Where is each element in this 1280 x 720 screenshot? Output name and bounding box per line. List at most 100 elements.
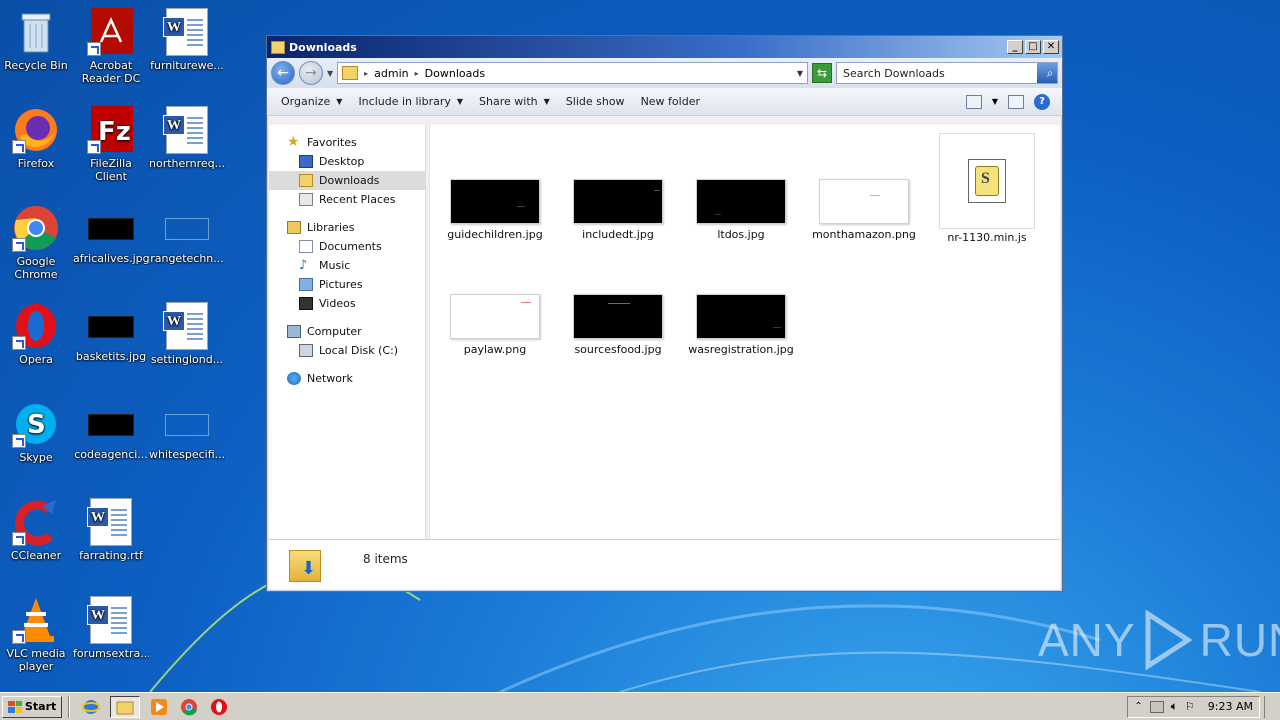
desktop-icon-recycle-bin[interactable]: Recycle Bin	[0, 8, 74, 72]
nav-documents[interactable]: Documents	[269, 237, 425, 256]
desktop-icon-label: rangetechn...	[150, 252, 224, 265]
file-item[interactable]: guidechildren.jpg	[440, 179, 550, 241]
desktop-icon-acrobat[interactable]: Acrobat Reader DC	[73, 8, 149, 85]
desktop-icon-whitespecifi[interactable]: whitespecifi...	[149, 400, 225, 461]
nav-downloads[interactable]: Downloads	[269, 171, 425, 190]
nav-desktop[interactable]: Desktop	[269, 152, 425, 171]
desktop-icon-furniturewe[interactable]: W furniturewe...	[149, 8, 225, 72]
word-document-icon: W	[163, 8, 208, 56]
script-file-icon: S	[968, 159, 1006, 203]
breadcrumb-downloads[interactable]: Downloads	[425, 67, 485, 80]
nav-favorites[interactable]: ★ Favorites	[269, 133, 425, 152]
include-in-library-menu[interactable]: Include in library ▼	[350, 95, 471, 108]
desktop-icon-ccleaner[interactable]: CCleaner	[0, 498, 74, 562]
chevron-down-icon[interactable]: ▼	[992, 97, 998, 106]
nav-label: Local Disk (C:)	[319, 344, 399, 357]
shortcut-arrow-icon	[12, 336, 26, 350]
flag-icon[interactable]: ⚐	[1185, 700, 1195, 713]
file-item[interactable]: wasregistration.jpg	[686, 294, 796, 356]
preview-pane-icon[interactable]	[1008, 94, 1024, 109]
start-button[interactable]: Start	[2, 695, 63, 718]
nav-label: Downloads	[319, 174, 380, 187]
breadcrumb-admin[interactable]: admin	[374, 67, 408, 80]
volume-icon[interactable]: 🔈︎	[1171, 699, 1178, 714]
chevron-down-icon: ▼	[336, 97, 343, 106]
help-icon[interactable]: ?	[1034, 93, 1050, 110]
taskbar-media-player[interactable]	[148, 696, 170, 718]
navigation-pane: ★ Favorites Desktop Downloads Recent Plac…	[269, 125, 426, 539]
desktop-icon-label: whitespecifi...	[149, 448, 225, 461]
file-item[interactable]: monthamazon.png	[809, 179, 919, 241]
desktop-icon-forumsextra[interactable]: W forumsextra...	[73, 596, 149, 660]
minimize-button[interactable]: _	[1007, 40, 1023, 54]
desktop-icon-chrome[interactable]: Google Chrome	[0, 204, 74, 281]
desktop-icon-rangetechn[interactable]: rangetechn...	[149, 204, 225, 265]
desktop-icon-label: Firefox	[17, 157, 55, 170]
file-item[interactable]: S nr-1130.min.js	[932, 133, 1042, 244]
nav-libraries[interactable]: Libraries	[269, 218, 425, 237]
taskbar-chrome[interactable]	[178, 696, 200, 718]
chevron-right-icon[interactable]: ▸	[364, 69, 368, 78]
title-bar[interactable]: Downloads _ □ ✕	[267, 36, 1062, 58]
search-icon[interactable]: ⌕	[1037, 63, 1057, 83]
taskbar-explorer[interactable]	[110, 695, 141, 718]
nav-label: Libraries	[307, 221, 355, 234]
search-input[interactable]: Search Downloads ⌕	[836, 62, 1058, 84]
desktop-icon-label: furniturewe...	[150, 59, 224, 72]
nav-pictures[interactable]: Pictures	[269, 275, 425, 294]
desktop-icon-settinglond[interactable]: W settinglond...	[149, 302, 225, 366]
desktop-icon-codeagenci[interactable]: codeagenci...	[73, 400, 149, 461]
nav-computer[interactable]: Computer	[269, 322, 425, 341]
documents-icon	[299, 240, 313, 253]
nav-music[interactable]: ♪ Music	[269, 256, 425, 275]
change-view-icon[interactable]	[965, 94, 982, 109]
nav-network[interactable]: Network	[269, 369, 425, 388]
action-center-icon[interactable]	[1149, 700, 1164, 713]
file-item[interactable]: paylaw.png	[440, 294, 550, 356]
file-item[interactable]: ltdos.jpg	[686, 179, 796, 241]
desktop-icon-label: Acrobat Reader DC	[81, 59, 141, 85]
recent-pages-dropdown[interactable]: ▼	[327, 69, 333, 78]
window-title: Downloads	[289, 40, 357, 54]
image-thumbnail	[819, 179, 909, 224]
share-with-menu[interactable]: Share with ▼	[471, 95, 558, 108]
show-desktop-button[interactable]	[1264, 695, 1278, 718]
desktop-icon-farrating[interactable]: W farrating.rtf	[73, 498, 149, 562]
refresh-button[interactable]: ⇆	[812, 63, 832, 83]
file-name: includedt.jpg	[582, 228, 654, 241]
address-bar[interactable]: ▸ admin ▸ Downloads ▼	[337, 62, 808, 84]
desktop-icon-northernreq[interactable]: W northernreq...	[149, 106, 225, 170]
chevron-right-icon[interactable]: ▸	[415, 69, 419, 78]
nav-local-disk[interactable]: Local Disk (C:)	[269, 341, 425, 360]
nav-recent-places[interactable]: Recent Places	[269, 190, 425, 209]
desktop-icon-skype[interactable]: S Skype	[0, 400, 74, 464]
file-item[interactable]: sourcesfood.jpg	[563, 294, 673, 356]
desktop-icon-filezilla[interactable]: Fz FileZilla Client	[73, 106, 149, 183]
back-button[interactable]: ←	[271, 61, 295, 85]
pictures-icon	[299, 278, 313, 291]
slide-show-button[interactable]: Slide show	[558, 95, 633, 108]
desktop-icon-africalives[interactable]: africalives.jpg	[73, 204, 149, 265]
desktop-icon-firefox[interactable]: Firefox	[0, 106, 74, 170]
chevron-down-icon[interactable]: ▼	[797, 69, 803, 78]
taskbar-internet-explorer[interactable]	[80, 696, 102, 718]
clock[interactable]: 9:23 AM	[1208, 700, 1253, 713]
include-in-library-label: Include in library	[358, 95, 451, 108]
new-folder-button[interactable]: New folder	[633, 95, 708, 108]
nav-label: Music	[319, 259, 351, 272]
item-count: 8 items	[363, 552, 408, 566]
forward-button[interactable]: →	[299, 61, 323, 85]
desktop-icon-label: CCleaner	[10, 549, 62, 562]
nav-videos[interactable]: Videos	[269, 294, 425, 313]
desktop-icon-opera[interactable]: Opera	[0, 302, 74, 366]
file-item[interactable]: includedt.jpg	[563, 179, 673, 241]
downloads-folder-icon: ⬇	[289, 544, 323, 584]
show-hidden-icons-icon[interactable]: ⌃	[1134, 701, 1142, 712]
desktop-icon-basketits[interactable]: basketits.jpg	[73, 302, 149, 363]
organize-menu[interactable]: Organize ▼	[273, 95, 350, 108]
desktop-icon-vlc[interactable]: VLC media player	[0, 596, 74, 673]
maximize-button[interactable]: □	[1025, 40, 1041, 54]
close-button[interactable]: ✕	[1043, 40, 1059, 54]
taskbar-opera[interactable]	[208, 696, 230, 718]
anyrun-watermark: ANY RUN	[1038, 610, 1280, 670]
